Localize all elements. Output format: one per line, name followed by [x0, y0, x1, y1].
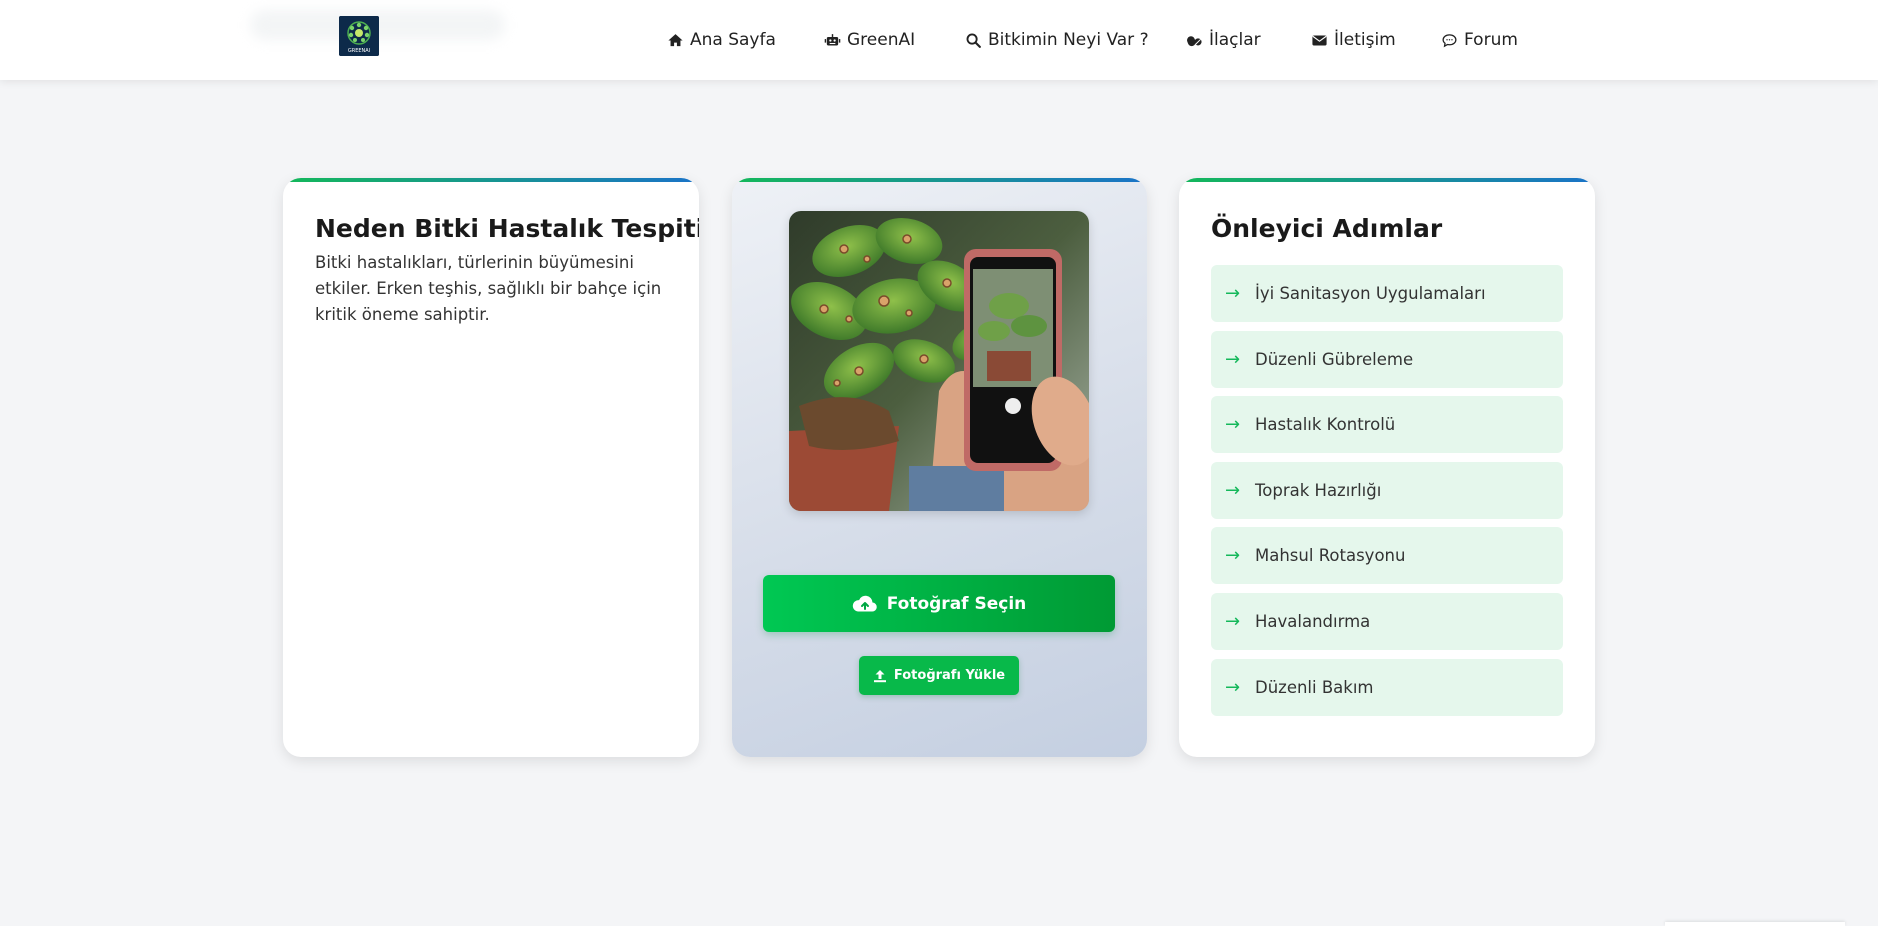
nav-greenai[interactable]: GreenAI	[824, 28, 915, 52]
nav-greenai-label: GreenAI	[847, 30, 916, 50]
prevention-steps-list: → İyi Sanitasyon Uygulamaları → Düzenli Gü…	[1211, 265, 1563, 724]
greenai-logo[interactable]: GREENAI	[339, 16, 379, 56]
prevention-step[interactable]: → Hastalık Kontrolü	[1211, 396, 1563, 454]
nav-contact-label: İletişim	[1334, 30, 1396, 50]
prevention-step[interactable]: → Mahsul Rotasyonu	[1211, 527, 1563, 585]
arrow-right-icon: →	[1225, 479, 1241, 501]
footer-edge	[1665, 922, 1845, 926]
prevention-step[interactable]: → Düzenli Gübreleme	[1211, 330, 1563, 388]
prevention-step[interactable]: → İyi Sanitasyon Uygulamaları	[1211, 265, 1563, 322]
prevention-step[interactable]: → Toprak Hazırlığı	[1211, 461, 1563, 519]
arrow-right-icon: →	[1225, 610, 1241, 632]
nav-home[interactable]: Ana Sayfa	[667, 28, 776, 52]
upload-icon	[873, 669, 886, 682]
why-detection-text: Bitki hastalıkları, türlerinin büyümesin…	[315, 253, 662, 324]
prevention-step-label: İyi Sanitasyon Uygulamaları	[1255, 284, 1486, 303]
nav-diagnose-label: Bitkimin Neyi Var ?	[988, 30, 1149, 50]
card-accent-bar	[283, 178, 699, 182]
select-photo-label: Fotoğraf Seçin	[886, 593, 1027, 614]
nav-medicines[interactable]: İlaçlar	[1186, 28, 1261, 52]
upload-photo-button[interactable]: Fotoğrafı Yükle	[859, 656, 1019, 695]
search-icon	[966, 33, 981, 48]
prevention-title: Önleyici Adımlar	[1211, 214, 1443, 243]
arrow-right-icon: →	[1225, 676, 1241, 698]
arrow-right-icon: →	[1225, 348, 1241, 370]
card-accent-bar	[732, 178, 1147, 182]
prevention-step-label: Havalandırma	[1255, 611, 1371, 631]
nav-diagnose[interactable]: Bitkimin Neyi Var ?	[965, 28, 1149, 52]
prevention-card: Önleyici Adımlar → İyi Sanitasyon Uygulam…	[1179, 178, 1595, 757]
arrow-right-icon: →	[1225, 545, 1241, 567]
why-detection-card: Neden Bitki Hastalık Tespiti? Bitki hast…	[283, 178, 699, 757]
prevention-step-label: Hastalık Kontrolü	[1255, 415, 1396, 435]
prevention-step-label: Düzenli Bakım	[1255, 677, 1374, 697]
nav-contact[interactable]: İletişim	[1311, 28, 1396, 52]
upload-photo-label: Fotoğrafı Yükle	[893, 668, 1006, 683]
comment-icon	[1442, 33, 1457, 47]
logo-text: GREENAI	[348, 48, 370, 54]
why-detection-title: Neden Bitki Hastalık Tespiti?	[315, 214, 699, 243]
prevention-step[interactable]: → Havalandırma	[1211, 592, 1563, 650]
arrow-right-icon: →	[1225, 414, 1241, 436]
home-icon	[668, 33, 683, 46]
nav-home-label: Ana Sayfa	[690, 30, 776, 50]
pills-icon	[1187, 35, 1202, 46]
prevention-step-label: Mahsul Rotasyonu	[1255, 546, 1406, 566]
upload-card: Fotoğraf Seçin Fotoğrafı Yükle	[732, 178, 1147, 757]
envelope-icon	[1312, 35, 1327, 45]
prevention-step-label: Düzenli Gübreleme	[1255, 349, 1414, 369]
select-photo-button[interactable]: Fotoğraf Seçin	[763, 575, 1115, 632]
robot-icon	[824, 33, 841, 45]
card-accent-bar	[1179, 178, 1595, 182]
navbar: GREENAI Ana Sayfa GreenAI Bitkimin Neyi …	[0, 0, 1878, 80]
nav-forum[interactable]: Forum	[1441, 28, 1518, 52]
nav-medicines-label: İlaçlar	[1209, 30, 1261, 50]
plant-phone-photo	[789, 211, 1089, 511]
arrow-right-icon: →	[1225, 283, 1241, 304]
cloud-upload-icon	[852, 595, 877, 612]
prevention-step[interactable]: → Düzenli Bakım	[1211, 658, 1563, 716]
prevention-step-label: Toprak Hazırlığı	[1255, 480, 1382, 500]
nav-forum-label: Forum	[1464, 30, 1518, 50]
